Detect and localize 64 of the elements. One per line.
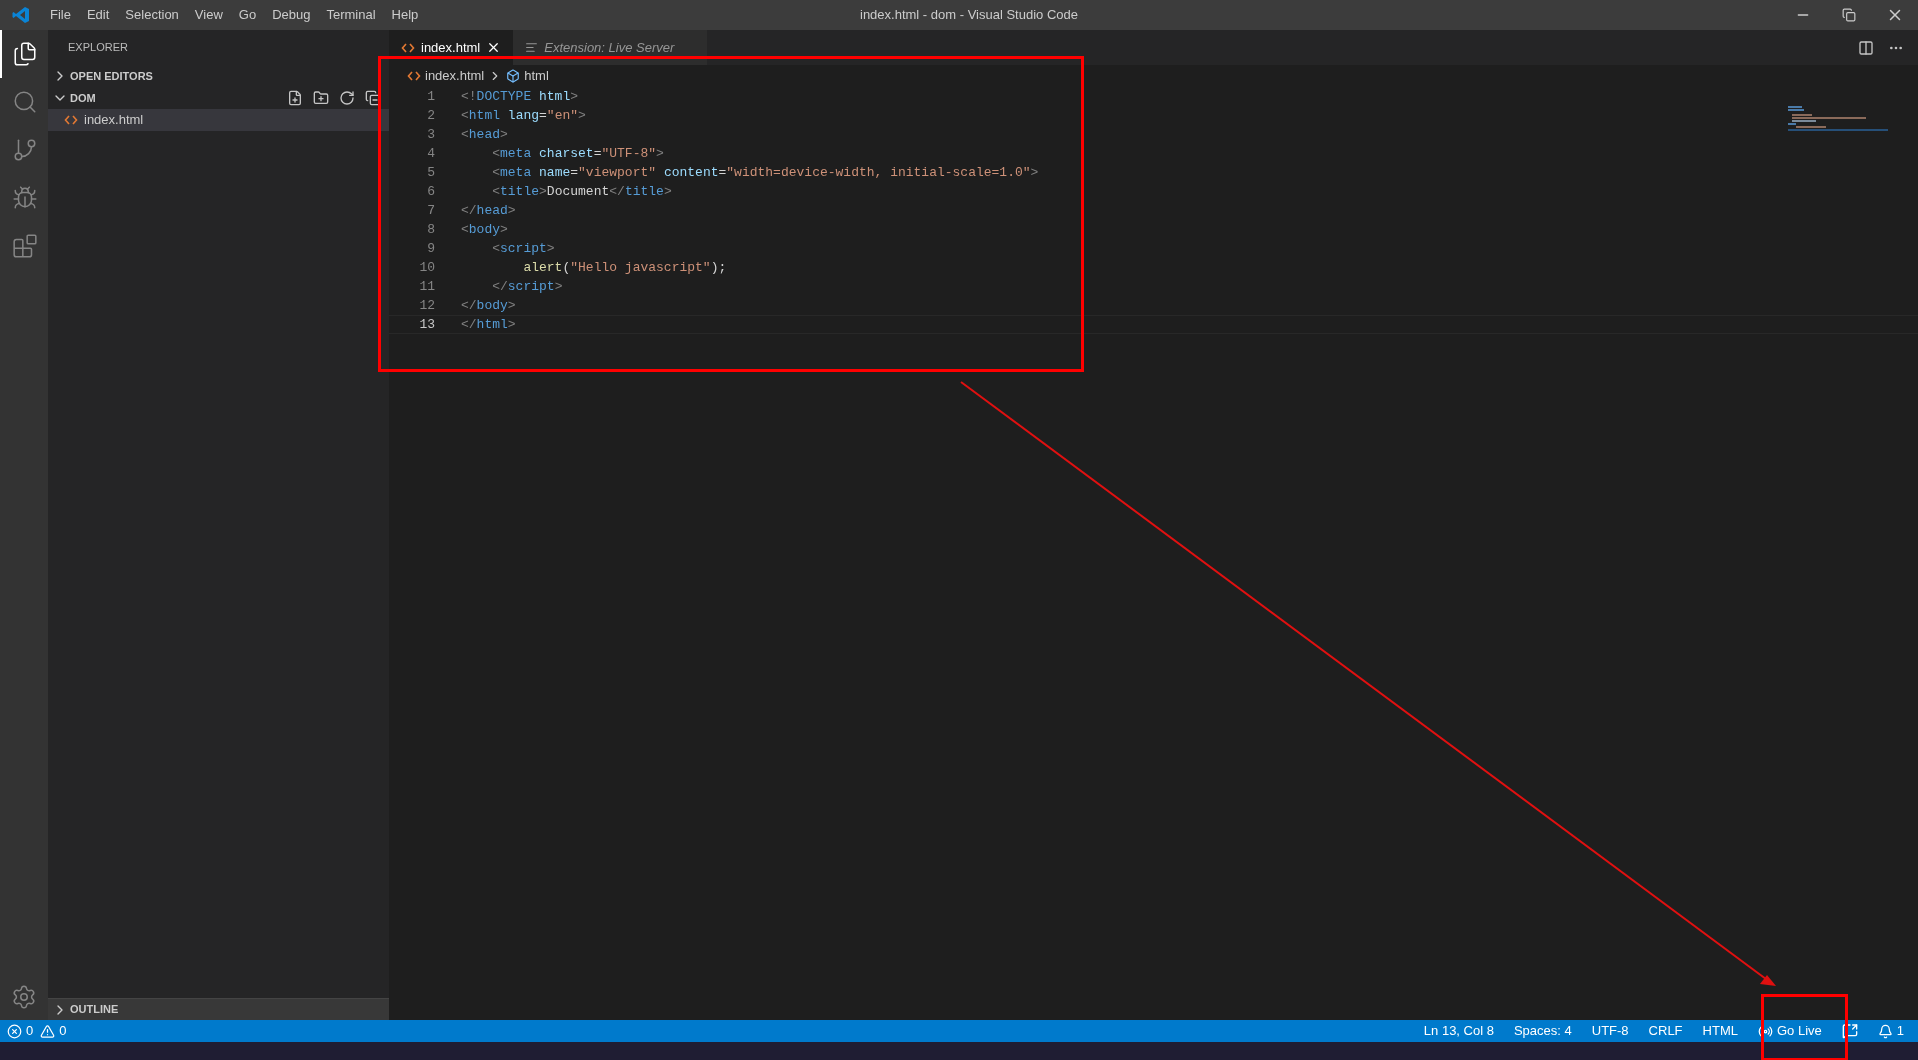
menu-item[interactable]: Terminal	[318, 5, 384, 25]
preview-icon	[525, 41, 539, 54]
code-line: alert("Hello javascript");	[522, 258, 727, 277]
menu-item[interactable]: Selection	[117, 5, 187, 25]
menu-item[interactable]: Go	[230, 5, 265, 25]
code-line: </script>	[491, 277, 563, 296]
window-title: index.html - dom - Visual Studio Code	[860, 6, 1078, 25]
settings-icon[interactable]	[11, 984, 37, 1010]
menu-item[interactable]: View	[186, 5, 231, 25]
warning-icon	[40, 1023, 56, 1039]
line-number: 10	[418, 258, 435, 277]
new-file-icon[interactable]	[287, 90, 303, 106]
line-number: 2	[426, 106, 435, 125]
code-file-icon	[407, 69, 421, 83]
line-number: 4	[426, 144, 435, 163]
collapse-all-icon[interactable]	[365, 90, 381, 106]
breadcrumb-item[interactable]: html	[524, 66, 549, 86]
code-line: <!DOCTYPE html>	[461, 87, 579, 106]
status-item[interactable]: UTF-8	[1581, 1020, 1639, 1042]
status-item[interactable]: Spaces: 4	[1503, 1020, 1582, 1042]
menu-item[interactable]: Edit	[78, 5, 118, 25]
notifications-count[interactable]: 1	[1867, 1020, 1914, 1042]
code-line: <html lang="en">	[461, 106, 586, 125]
code-line: </html>	[461, 315, 516, 334]
explorer-file-entry[interactable]: index.html	[48, 109, 389, 131]
code-line: <body>	[461, 220, 508, 239]
restore-icon[interactable]	[1842, 8, 1856, 22]
code-line: </body>	[461, 296, 516, 315]
line-number: 9	[426, 239, 435, 258]
status-item[interactable]: CRLF	[1638, 1020, 1693, 1042]
line-number: 1	[426, 87, 435, 106]
status-item[interactable]: HTML	[1692, 1020, 1748, 1042]
go-live-button[interactable]: Go Live	[1747, 1020, 1832, 1042]
code-line: <script>	[491, 239, 555, 258]
line-number: 7	[426, 201, 435, 220]
split-editor-icon[interactable]	[1858, 39, 1874, 56]
code-line: <meta charset="UTF-8">	[491, 144, 664, 163]
code-file-icon	[64, 113, 78, 127]
line-number: 12	[418, 296, 435, 315]
menu-item[interactable]: File	[42, 5, 79, 25]
warnings-count[interactable]: 0	[40, 1020, 74, 1042]
menu-item[interactable]: Debug	[264, 5, 319, 25]
line-number: 11	[418, 277, 435, 296]
errors-count[interactable]: 0	[0, 1020, 41, 1042]
bell-icon	[1877, 1023, 1893, 1039]
refresh-icon[interactable]	[339, 90, 355, 106]
code-line: <meta name="viewport" content="width=device-width, initial-scale=1.0">	[491, 163, 1039, 182]
line-number: 3	[426, 125, 435, 144]
sidebar-title: EXPLORER	[68, 40, 128, 56]
app-logo-icon	[12, 6, 30, 24]
error-icon	[7, 1023, 22, 1039]
line-number: 6	[426, 182, 435, 201]
element-icon	[506, 69, 521, 83]
code-line: <head>	[461, 125, 508, 144]
status-item[interactable]: Ln 13, Col 8	[1413, 1020, 1504, 1042]
line-number: 13	[418, 315, 435, 334]
code-line: </head>	[461, 201, 516, 220]
section-header[interactable]: OUTLINE	[48, 998, 389, 1020]
code-line: <title>Document</title>	[491, 182, 672, 201]
line-number: 8	[426, 220, 435, 239]
line-number: 5	[426, 163, 435, 182]
menu-item[interactable]: Help	[383, 5, 427, 25]
new-folder-icon[interactable]	[313, 90, 329, 106]
breadcrumb-item[interactable]: index.html	[425, 66, 485, 86]
